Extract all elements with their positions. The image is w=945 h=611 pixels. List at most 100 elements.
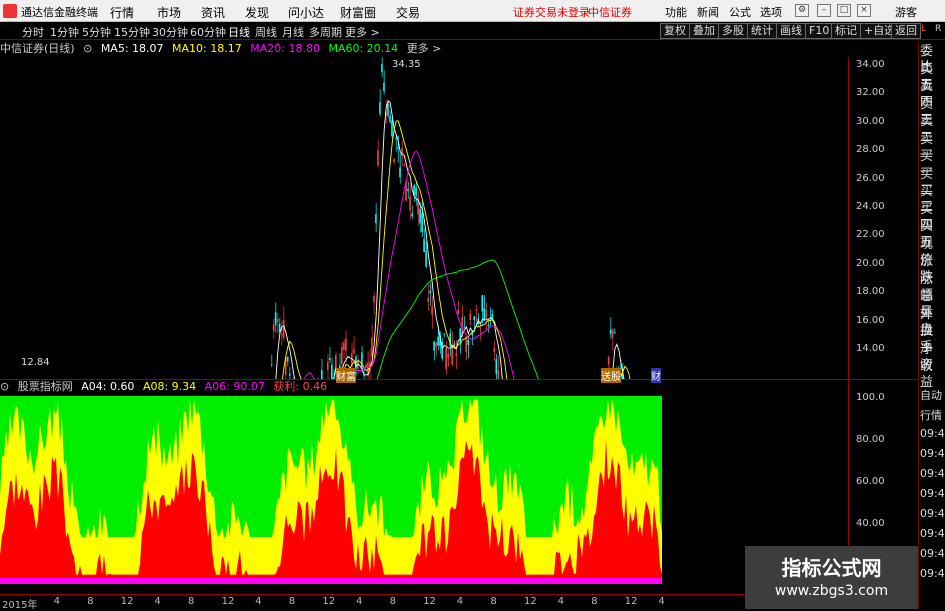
menu-function[interactable]: 功能 [665,4,687,20]
candle-body [353,349,355,354]
indicator-tick: 40.00 [856,518,885,529]
candle-body [274,312,277,325]
ma60-label: MA60: 20.14 [328,42,399,55]
close-icon[interactable]: × [857,4,871,17]
login-status[interactable]: 证券交易未登录 [513,4,590,20]
price-tick: 24.00 [856,201,885,212]
period-tick[interactable]: 分时 [22,24,44,40]
period-monthly[interactable]: 月线 [282,24,304,40]
x-axis-label: 8 [389,596,396,607]
period-60min[interactable]: 60分钟 [190,24,226,40]
low-price-label: 12.84 [21,357,50,368]
candle-body [451,345,453,364]
legend-more[interactable]: 更多 > [407,42,442,55]
candle-body [607,357,610,365]
indicator-chart[interactable] [0,396,848,594]
menu-news[interactable]: 资讯 [201,4,225,21]
candle-body [415,187,417,196]
event-tag[interactable]: 财 [651,368,661,383]
time-label: 09:47 [920,507,945,520]
time-label[interactable]: 自动 [920,387,942,403]
candle-body [399,167,401,177]
candle-body [613,331,616,333]
event-tag[interactable]: 送股 [601,368,621,383]
ma20-label: MA20: 18.80 [250,42,320,55]
candle-body [393,158,395,162]
period-15min[interactable]: 15分钟 [114,24,150,40]
moving-average-line [281,120,631,379]
candle-body [383,82,385,92]
candle-body [345,338,347,351]
period-1min[interactable]: 1分钟 [50,24,79,40]
side-tab-r[interactable]: R [935,24,941,34]
overlay-button[interactable]: 叠加 [689,23,719,39]
candle-body [429,290,431,293]
menu-market[interactable]: 市场 [157,4,181,21]
period-5min[interactable]: 5分钟 [82,24,111,40]
menu-options[interactable]: 选项 [760,4,782,20]
period-daily[interactable]: 日线 [228,24,250,40]
maximize-icon[interactable]: □ [837,4,851,17]
period-weekly[interactable]: 周线 [255,24,277,40]
x-axis-label: 12 [322,596,336,607]
settings-small-icon[interactable]: ⊙ [83,42,92,55]
candle-body [343,342,345,350]
candle-body [391,120,393,137]
draw-button[interactable]: 画线 [776,23,806,39]
mark-button[interactable]: 标记 [831,23,861,39]
x-axis-label: 4 [658,596,665,607]
x-axis-label: 4 [456,596,464,607]
guest-label[interactable]: 游客 [895,4,917,20]
candle-body [443,333,445,335]
back-button[interactable]: 返回 [891,23,921,39]
menu-quotes[interactable]: 行情 [110,4,134,21]
period-more[interactable]: 更多 > [345,24,380,40]
minimize-icon[interactable]: – [817,4,831,17]
menu-ask[interactable]: 问小达 [288,4,324,21]
multi-stock-button[interactable]: 多股 [718,23,748,39]
candle-body [361,352,363,370]
candlestick-chart[interactable] [0,57,848,379]
candle-body [377,150,379,166]
candle-body [457,310,459,315]
indicator-tick: 80.00 [856,434,885,445]
price-tick: 34.00 [856,59,885,70]
candle-body [493,348,496,352]
price-tick: 14.00 [856,343,885,354]
period-multi[interactable]: 多周期 [309,24,342,40]
indicator-settings-icon[interactable]: ⊙ [0,380,9,393]
menu-wealth[interactable]: 财富圈 [340,4,376,21]
event-tag[interactable]: 财富 [336,368,356,383]
indicator-name[interactable]: 股票指标网 [18,380,73,393]
time-label: 09:47 [920,427,945,440]
candle-body [491,314,494,319]
candle-body [487,325,490,326]
menu-bar: 通达信金融终端 行情 市场 资讯 发现 问小达 财富圈 交易 证券交易未登录 中… [0,0,945,22]
candle-body [371,337,373,357]
f10-button[interactable]: F10 [805,23,834,39]
menu-discover[interactable]: 发现 [245,4,269,21]
stats-button[interactable]: 统计 [747,23,777,39]
adjust-button[interactable]: 复权 [660,23,690,39]
candle-body [481,295,484,312]
time-label[interactable]: 行情 [920,407,942,423]
candle-body [409,196,411,211]
settings-icon[interactable]: ⚙ [795,4,809,17]
menu-newsflash[interactable]: 新闻 [697,4,719,20]
menu-trade[interactable]: 交易 [396,4,420,21]
candle-body [473,316,476,321]
period-30min[interactable]: 30分钟 [152,24,188,40]
candle-body [387,104,389,116]
candle-body [447,353,449,358]
time-label: 09:47 [920,447,945,460]
candle-body [341,347,343,365]
stock-name[interactable]: 中信证券(日线) [0,42,75,55]
candle-body [373,296,375,303]
price-tick: 26.00 [856,172,885,184]
candle-body [421,213,423,233]
price-tick: 16.00 [856,314,885,326]
menu-formula[interactable]: 公式 [729,4,751,20]
side-tab-l[interactable]: L [921,24,926,34]
candle-body [270,364,273,366]
a04-label: A04: 0.60 [81,380,135,393]
